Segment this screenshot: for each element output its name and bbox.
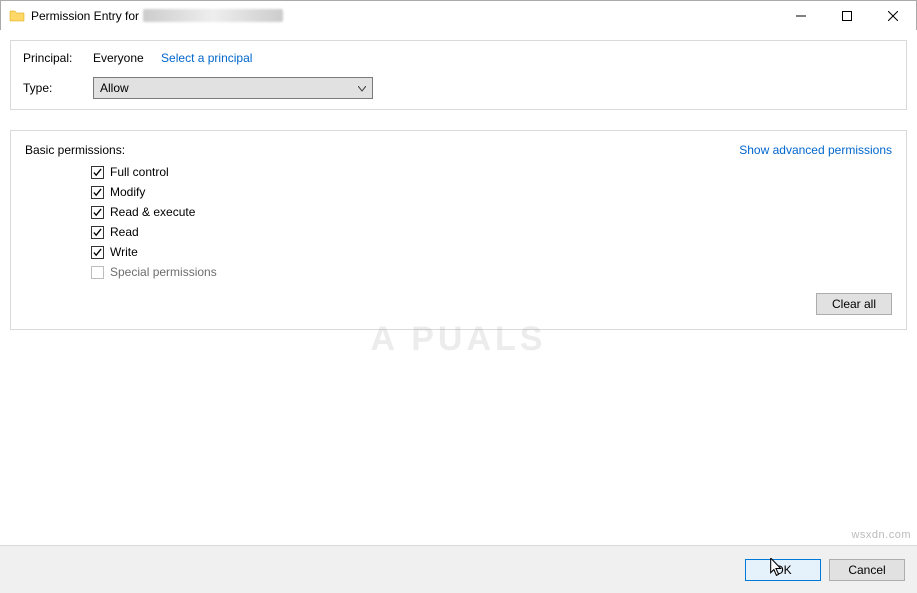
minimize-button[interactable] bbox=[778, 1, 824, 31]
permission-row: Full control bbox=[91, 165, 892, 179]
principal-label: Principal: bbox=[23, 51, 93, 65]
permission-label: Full control bbox=[110, 165, 169, 179]
window-title-redacted bbox=[143, 9, 283, 22]
basic-permissions-label: Basic permissions: bbox=[25, 143, 125, 157]
clear-all-button[interactable]: Clear all bbox=[816, 293, 892, 315]
select-principal-link[interactable]: Select a principal bbox=[161, 51, 252, 65]
ok-button[interactable]: OK bbox=[745, 559, 821, 581]
type-label: Type: bbox=[23, 81, 93, 95]
permissions-panel: Basic permissions: Show advanced permiss… bbox=[10, 130, 907, 330]
type-select[interactable]: Allow bbox=[93, 77, 373, 99]
permission-checkbox[interactable] bbox=[91, 166, 104, 179]
permission-row: Read & execute bbox=[91, 205, 892, 219]
permission-label: Read & execute bbox=[110, 205, 195, 219]
dialog-footer: OK Cancel bbox=[0, 545, 917, 593]
permission-label: Write bbox=[110, 245, 138, 259]
permissions-list: Full control Modify Read & execute Read Writ… bbox=[91, 165, 892, 279]
permission-label: Special permissions bbox=[110, 265, 217, 279]
principal-row: Everyone Select a principal bbox=[93, 51, 894, 65]
principal-value: Everyone bbox=[93, 51, 144, 65]
permission-checkbox[interactable] bbox=[91, 226, 104, 239]
close-button[interactable] bbox=[870, 1, 916, 31]
titlebar: Permission Entry for bbox=[1, 1, 916, 31]
permission-row: Read bbox=[91, 225, 892, 239]
permission-row: Special permissions bbox=[91, 265, 892, 279]
permission-label: Modify bbox=[110, 185, 145, 199]
permission-row: Modify bbox=[91, 185, 892, 199]
show-advanced-permissions-link[interactable]: Show advanced permissions bbox=[739, 143, 892, 157]
permission-label: Read bbox=[110, 225, 139, 239]
permission-checkbox[interactable] bbox=[91, 206, 104, 219]
maximize-button[interactable] bbox=[824, 1, 870, 31]
watermark-corner: wsxdn.com bbox=[851, 529, 911, 541]
cancel-button[interactable]: Cancel bbox=[829, 559, 905, 581]
permission-checkbox[interactable] bbox=[91, 186, 104, 199]
permission-row: Write bbox=[91, 245, 892, 259]
permission-checkbox[interactable] bbox=[91, 246, 104, 259]
permission-checkbox bbox=[91, 266, 104, 279]
window-title: Permission Entry for bbox=[31, 9, 139, 23]
principal-panel: Principal: Everyone Select a principal T… bbox=[10, 40, 907, 110]
type-select-value: Allow bbox=[100, 81, 129, 95]
chevron-down-icon bbox=[358, 81, 366, 95]
folder-icon bbox=[9, 8, 25, 24]
client-area: Principal: Everyone Select a principal T… bbox=[0, 30, 917, 545]
